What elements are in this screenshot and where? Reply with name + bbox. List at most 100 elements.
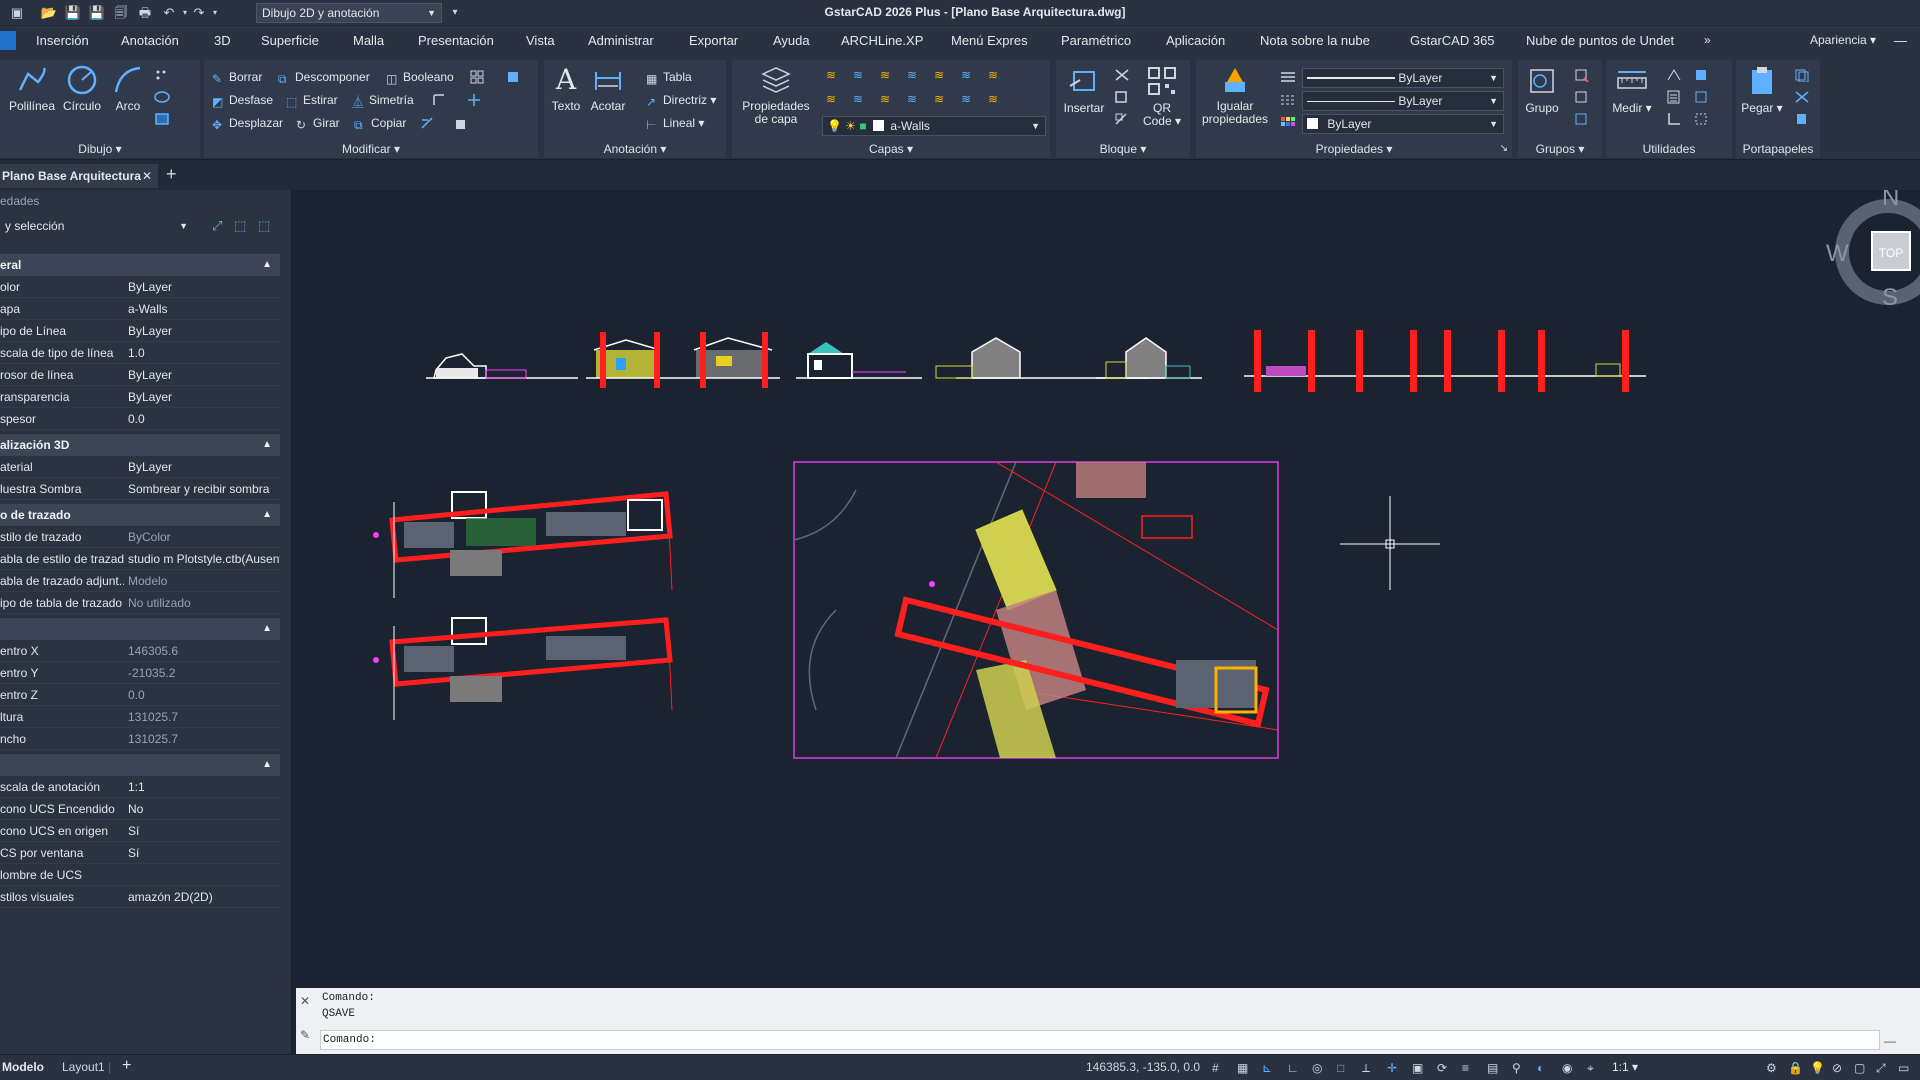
rectangle-icon[interactable] [154, 112, 170, 126]
property-row[interactable]: stilo de trazado ByColor [0, 526, 280, 548]
layer-tool-icon[interactable]: ≋ [988, 92, 1004, 106]
acotar-button[interactable]: Acotar [588, 64, 628, 113]
property-section-header[interactable]: ▲ [0, 754, 280, 776]
desplazar-button[interactable]: ✥ Desplazar [212, 114, 283, 132]
property-row[interactable]: abla de estilo de trazado studio m Plotst… [0, 548, 280, 570]
status-toggle-icon[interactable]: ∟ [1287, 1061, 1302, 1075]
panel-title-grupos[interactable]: Grupos ▾ [1518, 142, 1602, 156]
viewcube[interactable]: TOP N S W [1826, 190, 1920, 312]
tab-ayuda[interactable]: Ayuda [773, 33, 810, 48]
girar-button[interactable]: ↻ Girar [296, 114, 340, 132]
array-icon[interactable] [470, 70, 486, 84]
tab-vista[interactable]: Vista [526, 33, 555, 48]
property-row[interactable]: aterial ByLayer [0, 456, 280, 478]
status-tray-icon[interactable]: 🔒 [1788, 1061, 1803, 1075]
tab-home[interactable] [0, 31, 16, 50]
layer-tool-icon[interactable]: ≋ [853, 68, 869, 82]
medir-button[interactable]: Medir ▾ [1610, 66, 1654, 115]
panel-title-utilidades[interactable]: Utilidades [1606, 142, 1732, 156]
layer-tool-icon[interactable]: ≋ [826, 68, 842, 82]
status-toggle-icon[interactable]: ⊾ [1262, 1061, 1277, 1075]
property-row[interactable]: ltura 131025.7 [0, 706, 280, 728]
status-tray-icon[interactable]: ⤢ [1876, 1061, 1891, 1075]
status-toggle-icon[interactable]: ≡ [1462, 1061, 1477, 1075]
lineal-button[interactable]: ⊢ Lineal ▾ [646, 114, 704, 132]
selection-select[interactable]: y selección ▼ [0, 216, 194, 236]
tab-parametrico[interactable]: Paramétrico [1061, 33, 1131, 48]
arco-button[interactable]: Arco [108, 64, 148, 113]
status-toggle-icon[interactable]: □ [1337, 1061, 1352, 1075]
more-tabs-icon[interactable]: » [1704, 33, 1711, 47]
panel-title-modificar[interactable]: Modificar ▾ [204, 142, 538, 156]
property-row[interactable]: apa a-Walls [0, 298, 280, 320]
polilinea-button[interactable]: Polilínea [6, 64, 58, 113]
compass-south[interactable]: S [1882, 284, 1898, 312]
tab-superficie[interactable]: Superficie [261, 33, 319, 48]
property-section-header[interactable]: ▲ [0, 618, 280, 640]
group-edit-icon[interactable] [1574, 90, 1590, 104]
command-input[interactable]: Comando: [320, 1030, 1880, 1050]
status-tray-icon[interactable]: ⚙ [1766, 1061, 1781, 1075]
status-toggle-icon[interactable]: ▤ [1487, 1061, 1502, 1075]
status-tray-icon[interactable]: ⊘ [1832, 1061, 1847, 1075]
property-row[interactable]: cono UCS en origen Sí [0, 820, 280, 842]
panel-title-capas[interactable]: Capas ▾ [732, 142, 1050, 156]
layer-tool-icon[interactable]: ≋ [907, 92, 923, 106]
status-tray-icon[interactable]: 💡 [1810, 1061, 1825, 1075]
panel-title-anotacion[interactable]: Anotación ▾ [544, 142, 726, 156]
quick-select-icon[interactable]: ⬚ [258, 218, 270, 234]
tab-nube-puntos[interactable]: Nube de puntos de Undet [1526, 33, 1674, 48]
layer-tool-icon[interactable]: ≋ [934, 68, 950, 82]
property-row[interactable]: entro X 146305.6 [0, 640, 280, 662]
extend-icon[interactable] [466, 93, 482, 107]
document-tab[interactable]: Plano Base Arquitectura ✕ [0, 164, 158, 188]
property-row[interactable]: cono UCS Encendido No [0, 798, 280, 820]
command-options-icon[interactable]: — [1884, 1034, 1896, 1048]
propiedades-capa-button[interactable]: Propiedades de capa [738, 64, 814, 126]
qr-code-button[interactable]: QR Code ▾ [1140, 66, 1184, 128]
panel-title-bloque[interactable]: Bloque ▾ [1056, 142, 1190, 156]
edit-attribute-icon[interactable] [1114, 112, 1130, 126]
tab-administrar[interactable]: Administrar [588, 33, 654, 48]
drawing-canvas[interactable]: TOP N S W [296, 190, 1920, 988]
property-row[interactable]: scala de tipo de línea 1.0 [0, 342, 280, 364]
linetype-select[interactable]: ByLayer ▼ [1302, 91, 1504, 111]
status-toggle-icon[interactable]: # [1212, 1061, 1227, 1075]
select-window-icon[interactable] [1694, 112, 1710, 126]
minimize-ribbon-icon[interactable]: — [1894, 33, 1907, 48]
trim-icon[interactable] [420, 116, 436, 130]
dialog-launcher-icon[interactable]: ↘ [1500, 143, 1508, 154]
current-layer-select[interactable]: 💡 ☀ ■ a-Walls ▼ [822, 116, 1046, 136]
layer-tool-icon[interactable]: ≋ [961, 68, 977, 82]
close-icon[interactable]: ✕ [142, 164, 152, 188]
property-row[interactable]: ncho 131025.7 [0, 728, 280, 750]
customize-icon[interactable]: ✎ [300, 1028, 310, 1042]
status-toggle-icon[interactable]: ⟳ [1437, 1061, 1452, 1075]
tab-insercion[interactable]: Inserción [36, 33, 89, 48]
property-row[interactable]: olor ByLayer [0, 276, 280, 298]
status-tray-icon[interactable]: ▢ [1854, 1061, 1869, 1075]
scale-icon[interactable] [454, 116, 470, 130]
toggle-pickadd-icon[interactable]: ⤢ [212, 218, 222, 234]
property-row[interactable]: stilos visuales amazón 2D(2D) [0, 886, 280, 908]
property-row[interactable]: scala de anotación 1:1 [0, 776, 280, 798]
copiar-button[interactable]: ⧉ Copiar [354, 114, 406, 132]
tab-gstarcad-365[interactable]: GstarCAD 365 [1410, 33, 1495, 48]
borrar-button[interactable]: ✎ Borrar [212, 68, 262, 86]
viewcube-face[interactable]: TOP [1876, 246, 1906, 260]
property-row[interactable]: ipo de Línea ByLayer [0, 320, 280, 342]
new-tab-icon[interactable]: + [166, 164, 177, 185]
property-section-header[interactable]: o de trazado ▲ [0, 504, 280, 526]
layer-tool-icon[interactable]: ≋ [907, 68, 923, 82]
status-toggle-icon[interactable]: ◎ [1312, 1061, 1327, 1075]
status-toggle-icon[interactable]: ◐ [1537, 1061, 1552, 1075]
igualar-propiedades-button[interactable]: Igualar propiedades [1200, 64, 1270, 126]
texto-button[interactable]: A Texto [550, 64, 582, 113]
property-row[interactable]: entro Y -21035.2 [0, 662, 280, 684]
appearance-menu[interactable]: Apariencia ▾ [1810, 33, 1876, 47]
tab-nota-nube[interactable]: Nota sobre la nube [1260, 33, 1370, 48]
calculator-icon[interactable] [1666, 90, 1682, 104]
fillet-icon[interactable] [432, 93, 448, 107]
point-icon[interactable] [154, 68, 170, 82]
close-icon[interactable]: ✕ [300, 994, 310, 1008]
